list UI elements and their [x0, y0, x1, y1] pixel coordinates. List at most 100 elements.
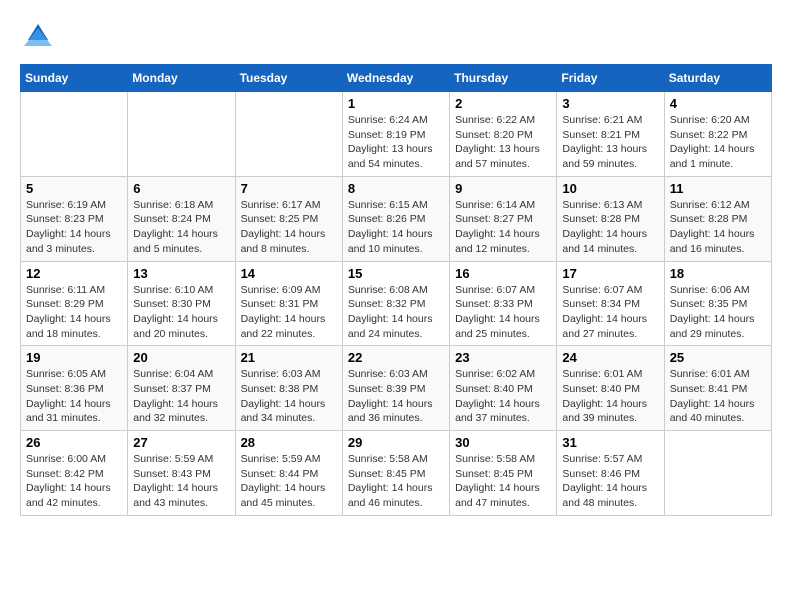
calendar-cell: 17 Sunrise: 6:07 AM Sunset: 8:34 PM Dayli…	[557, 261, 664, 346]
day-number: 15	[348, 266, 444, 281]
day-number: 11	[670, 181, 766, 196]
day-number: 19	[26, 350, 122, 365]
day-number: 13	[133, 266, 229, 281]
day-info: Sunrise: 6:19 AM Sunset: 8:23 PM Dayligh…	[26, 198, 122, 257]
day-info: Sunrise: 6:17 AM Sunset: 8:25 PM Dayligh…	[241, 198, 337, 257]
day-number: 24	[562, 350, 658, 365]
calendar-cell: 30 Sunrise: 5:58 AM Sunset: 8:45 PM Dayli…	[450, 431, 557, 516]
calendar-week-row: 26 Sunrise: 6:00 AM Sunset: 8:42 PM Dayli…	[21, 431, 772, 516]
calendar-cell: 20 Sunrise: 6:04 AM Sunset: 8:37 PM Dayli…	[128, 346, 235, 431]
calendar-cell: 3 Sunrise: 6:21 AM Sunset: 8:21 PM Daylig…	[557, 92, 664, 177]
day-number: 27	[133, 435, 229, 450]
day-info: Sunrise: 6:21 AM Sunset: 8:21 PM Dayligh…	[562, 113, 658, 172]
day-number: 2	[455, 96, 551, 111]
weekday-header-monday: Monday	[128, 65, 235, 92]
calendar-cell	[128, 92, 235, 177]
calendar-cell: 21Sunrise: 6:03 AM Sunset: 8:38 PM Dayli…	[235, 346, 342, 431]
day-info: Sunrise: 6:07 AM Sunset: 8:34 PM Dayligh…	[562, 283, 658, 342]
calendar-cell: 15 Sunrise: 6:08 AM Sunset: 8:32 PM Dayli…	[342, 261, 449, 346]
calendar-cell: 19Sunrise: 6:05 AM Sunset: 8:36 PM Dayli…	[21, 346, 128, 431]
day-info: Sunrise: 6:01 AM Sunset: 8:40 PM Dayligh…	[562, 367, 658, 426]
calendar-cell: 5 Sunrise: 6:19 AM Sunset: 8:23 PM Daylig…	[21, 176, 128, 261]
logo	[20, 20, 52, 48]
calendar-cell: 23 Sunrise: 6:02 AM Sunset: 8:40 PM Dayli…	[450, 346, 557, 431]
day-number: 20	[133, 350, 229, 365]
day-info: Sunrise: 6:01 AM Sunset: 8:41 PM Dayligh…	[670, 367, 766, 426]
day-info: Sunrise: 6:00 AM Sunset: 8:42 PM Dayligh…	[26, 452, 122, 511]
day-number: 3	[562, 96, 658, 111]
day-number: 14	[241, 266, 337, 281]
day-number: 18	[670, 266, 766, 281]
calendar-cell: 9 Sunrise: 6:14 AM Sunset: 8:27 PM Daylig…	[450, 176, 557, 261]
day-info: Sunrise: 6:03 AM Sunset: 8:39 PM Dayligh…	[348, 367, 444, 426]
day-info: Sunrise: 6:07 AM Sunset: 8:33 PM Dayligh…	[455, 283, 551, 342]
calendar-week-row: 19Sunrise: 6:05 AM Sunset: 8:36 PM Dayli…	[21, 346, 772, 431]
calendar-week-row: 5 Sunrise: 6:19 AM Sunset: 8:23 PM Daylig…	[21, 176, 772, 261]
day-info: Sunrise: 6:15 AM Sunset: 8:26 PM Dayligh…	[348, 198, 444, 257]
calendar-cell: 25 Sunrise: 6:01 AM Sunset: 8:41 PM Dayli…	[664, 346, 771, 431]
day-info: Sunrise: 6:09 AM Sunset: 8:31 PM Dayligh…	[241, 283, 337, 342]
day-number: 25	[670, 350, 766, 365]
day-number: 12	[26, 266, 122, 281]
day-info: Sunrise: 6:13 AM Sunset: 8:28 PM Dayligh…	[562, 198, 658, 257]
calendar-cell: 24 Sunrise: 6:01 AM Sunset: 8:40 PM Dayli…	[557, 346, 664, 431]
day-info: Sunrise: 5:58 AM Sunset: 8:45 PM Dayligh…	[348, 452, 444, 511]
day-info: Sunrise: 6:08 AM Sunset: 8:32 PM Dayligh…	[348, 283, 444, 342]
calendar-cell: 16 Sunrise: 6:07 AM Sunset: 8:33 PM Dayli…	[450, 261, 557, 346]
day-number: 29	[348, 435, 444, 450]
day-info: Sunrise: 6:14 AM Sunset: 8:27 PM Dayligh…	[455, 198, 551, 257]
calendar-cell: 28 Sunrise: 5:59 AM Sunset: 8:44 PM Dayli…	[235, 431, 342, 516]
logo-icon	[24, 20, 52, 48]
day-number: 8	[348, 181, 444, 196]
calendar-cell: 27Sunrise: 5:59 AM Sunset: 8:43 PM Dayli…	[128, 431, 235, 516]
day-number: 5	[26, 181, 122, 196]
day-info: Sunrise: 6:12 AM Sunset: 8:28 PM Dayligh…	[670, 198, 766, 257]
calendar-cell: 7Sunrise: 6:17 AM Sunset: 8:25 PM Daylig…	[235, 176, 342, 261]
day-number: 22	[348, 350, 444, 365]
day-number: 1	[348, 96, 444, 111]
day-info: Sunrise: 6:10 AM Sunset: 8:30 PM Dayligh…	[133, 283, 229, 342]
calendar-cell: 22 Sunrise: 6:03 AM Sunset: 8:39 PM Dayli…	[342, 346, 449, 431]
day-info: Sunrise: 6:22 AM Sunset: 8:20 PM Dayligh…	[455, 113, 551, 172]
calendar-cell: 18 Sunrise: 6:06 AM Sunset: 8:35 PM Dayli…	[664, 261, 771, 346]
calendar-cell: 31Sunrise: 5:57 AM Sunset: 8:46 PM Dayli…	[557, 431, 664, 516]
calendar-table: SundayMondayTuesdayWednesdayThursdayFrid…	[20, 64, 772, 516]
weekday-header-thursday: Thursday	[450, 65, 557, 92]
day-number: 9	[455, 181, 551, 196]
calendar-cell: 14 Sunrise: 6:09 AM Sunset: 8:31 PM Dayli…	[235, 261, 342, 346]
calendar-cell	[235, 92, 342, 177]
day-number: 4	[670, 96, 766, 111]
calendar-cell: 1 Sunrise: 6:24 AM Sunset: 8:19 PM Daylig…	[342, 92, 449, 177]
day-number: 16	[455, 266, 551, 281]
day-info: Sunrise: 6:06 AM Sunset: 8:35 PM Dayligh…	[670, 283, 766, 342]
weekday-header-saturday: Saturday	[664, 65, 771, 92]
calendar-cell: 6 Sunrise: 6:18 AM Sunset: 8:24 PM Daylig…	[128, 176, 235, 261]
day-number: 10	[562, 181, 658, 196]
day-info: Sunrise: 6:24 AM Sunset: 8:19 PM Dayligh…	[348, 113, 444, 172]
day-number: 28	[241, 435, 337, 450]
day-info: Sunrise: 6:18 AM Sunset: 8:24 PM Dayligh…	[133, 198, 229, 257]
day-number: 26	[26, 435, 122, 450]
day-number: 21	[241, 350, 337, 365]
calendar-week-row: 12Sunrise: 6:11 AM Sunset: 8:29 PM Dayli…	[21, 261, 772, 346]
day-number: 23	[455, 350, 551, 365]
day-info: Sunrise: 6:02 AM Sunset: 8:40 PM Dayligh…	[455, 367, 551, 426]
weekday-header-sunday: Sunday	[21, 65, 128, 92]
calendar-cell: 2 Sunrise: 6:22 AM Sunset: 8:20 PM Daylig…	[450, 92, 557, 177]
calendar-cell: 4Sunrise: 6:20 AM Sunset: 8:22 PM Daylig…	[664, 92, 771, 177]
day-info: Sunrise: 6:04 AM Sunset: 8:37 PM Dayligh…	[133, 367, 229, 426]
day-info: Sunrise: 5:59 AM Sunset: 8:44 PM Dayligh…	[241, 452, 337, 511]
calendar-cell: 8 Sunrise: 6:15 AM Sunset: 8:26 PM Daylig…	[342, 176, 449, 261]
day-number: 30	[455, 435, 551, 450]
calendar-cell: 10 Sunrise: 6:13 AM Sunset: 8:28 PM Dayli…	[557, 176, 664, 261]
day-number: 17	[562, 266, 658, 281]
day-number: 31	[562, 435, 658, 450]
calendar-cell	[664, 431, 771, 516]
day-number: 6	[133, 181, 229, 196]
calendar-cell: 13 Sunrise: 6:10 AM Sunset: 8:30 PM Dayli…	[128, 261, 235, 346]
calendar-cell: 26 Sunrise: 6:00 AM Sunset: 8:42 PM Dayli…	[21, 431, 128, 516]
day-info: Sunrise: 5:58 AM Sunset: 8:45 PM Dayligh…	[455, 452, 551, 511]
calendar-week-row: 1 Sunrise: 6:24 AM Sunset: 8:19 PM Daylig…	[21, 92, 772, 177]
weekday-header-wednesday: Wednesday	[342, 65, 449, 92]
page-header	[20, 20, 772, 48]
